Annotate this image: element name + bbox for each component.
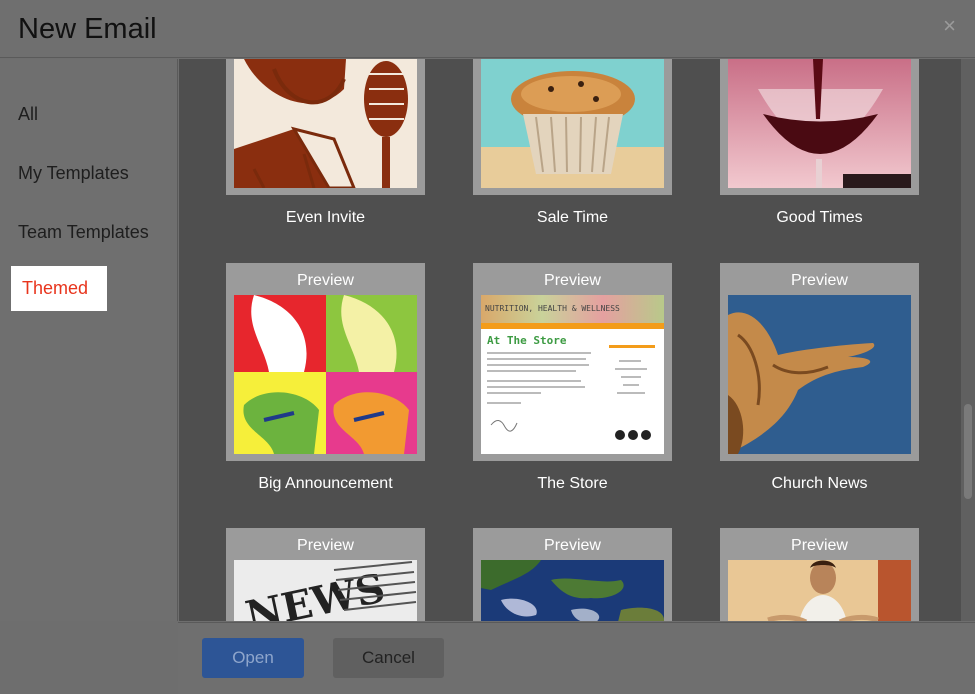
sidebar-item-themed[interactable]: Themed [11,266,107,311]
template-frame[interactable] [473,59,672,195]
template-name: The Store [537,475,608,492]
preview-label[interactable]: Preview [226,272,425,290]
template-frame[interactable] [720,59,919,195]
template-frame[interactable]: Preview NEWS [226,528,425,621]
template-name: Sale Time [536,209,609,226]
template-frame[interactable]: Preview NUTRITION, HEALTH & WELLNESS At … [473,263,672,461]
dialog-header: New Email × [0,0,975,58]
muffin-image [481,59,664,188]
newsletter-store-image: NUTRITION, HEALTH & WELLNESS At The Stor… [481,295,664,454]
template-name: Good Times [776,209,863,226]
template-name: Church News [771,475,868,492]
preview-label[interactable]: Preview [720,537,919,555]
statue-hand-image [728,295,911,454]
earth-satellite-image [481,560,664,621]
sidebar-item-my-templates[interactable]: My Templates [18,163,129,184]
preview-label[interactable]: Preview [473,272,672,290]
template-grid-scrollbar[interactable] [961,59,975,621]
newspaper-image: NEWS [234,560,417,621]
sidebar-item-team-templates[interactable]: Team Templates [18,222,149,243]
template-category-sidebar: All My Templates Team Templates Themed [0,59,178,621]
pop-art-portrait-image [234,295,417,454]
preview-label[interactable]: Preview [473,537,672,555]
template-frame[interactable]: Preview [720,263,919,461]
preview-label[interactable]: Preview [720,272,919,290]
template-frame[interactable] [226,59,425,195]
template-frame[interactable]: Preview [473,528,672,621]
dialog-footer: Open Cancel [178,622,975,694]
scrollbar-thumb[interactable] [964,404,972,499]
template-frame[interactable]: Preview [720,528,919,621]
wine-glass-image [728,59,911,188]
template-name: Even Invite [285,209,366,226]
dialog-title: New Email [18,13,157,45]
open-button[interactable]: Open [202,638,304,678]
close-icon[interactable]: × [943,13,956,39]
sidebar-item-all[interactable]: All [18,104,38,125]
template-frame[interactable]: Preview [226,263,425,461]
preview-label[interactable]: Preview [226,537,425,555]
template-name: Big Announcement [258,475,393,492]
cancel-button[interactable]: Cancel [333,638,444,678]
yoga-woman-image [728,560,911,621]
store-banner: NUTRITION, HEALTH & WELLNESS [481,295,664,323]
template-grid: Even Invite Sale Time Good Times Preview… [179,59,961,621]
retro-man-microphone-image [234,59,417,188]
